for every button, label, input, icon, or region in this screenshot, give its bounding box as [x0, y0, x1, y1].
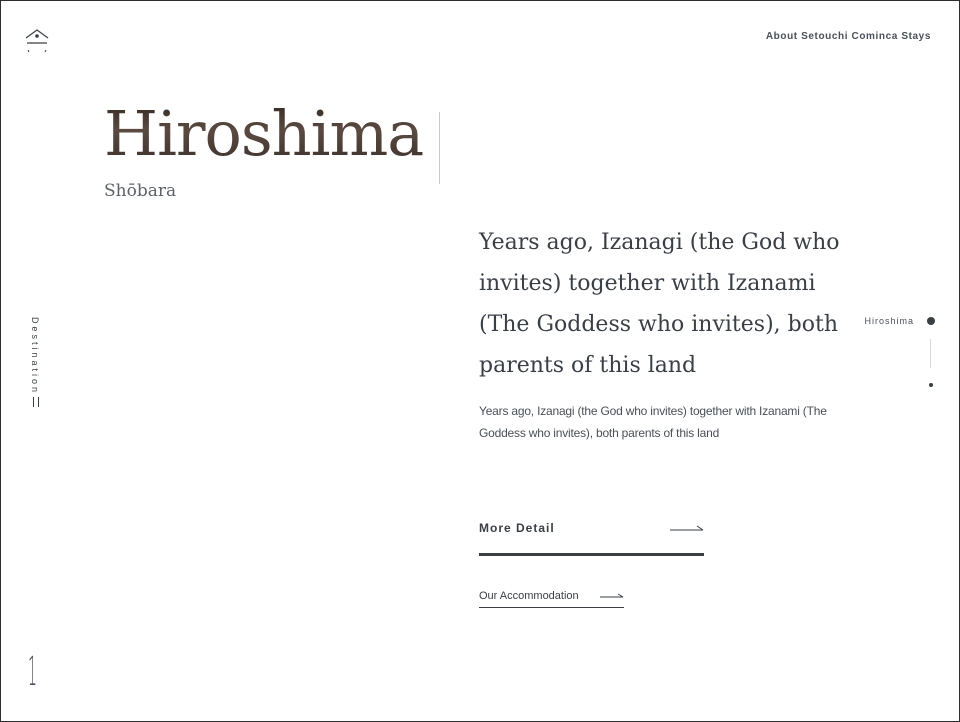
section-label-vertical: Destination — [30, 317, 40, 396]
more-detail-label: More Detail — [479, 521, 555, 535]
slide-navigation: Hiroshima — [862, 314, 942, 394]
title-divider — [439, 112, 440, 184]
slide-dot[interactable] — [929, 383, 933, 387]
slide-nav-label[interactable]: Hiroshima — [864, 316, 914, 326]
arrow-right-icon — [670, 525, 704, 531]
page-subtitle: Shōbara — [104, 181, 177, 201]
lead-paragraph: Years ago, Izanagi (the God who invites)… — [479, 230, 840, 378]
accommodation-label: Our Accommodation — [479, 590, 579, 602]
about-link[interactable]: About Setouchi Cominca Stays — [766, 31, 931, 42]
slide-nav-track — [930, 339, 931, 368]
slide-dot-active[interactable] — [927, 317, 935, 325]
pause-icon[interactable] — [33, 397, 39, 407]
logo-home-icon[interactable] — [24, 28, 50, 54]
accommodation-link[interactable]: Our Accommodation — [479, 588, 624, 608]
body-paragraph: Years ago, Izanagi (the God who invites)… — [479, 404, 827, 440]
more-detail-button[interactable]: More Detail — [479, 517, 704, 556]
arrow-right-icon — [600, 593, 624, 598]
page-title: Hiroshima — [104, 97, 424, 170]
page-number: 1 — [28, 649, 37, 695]
